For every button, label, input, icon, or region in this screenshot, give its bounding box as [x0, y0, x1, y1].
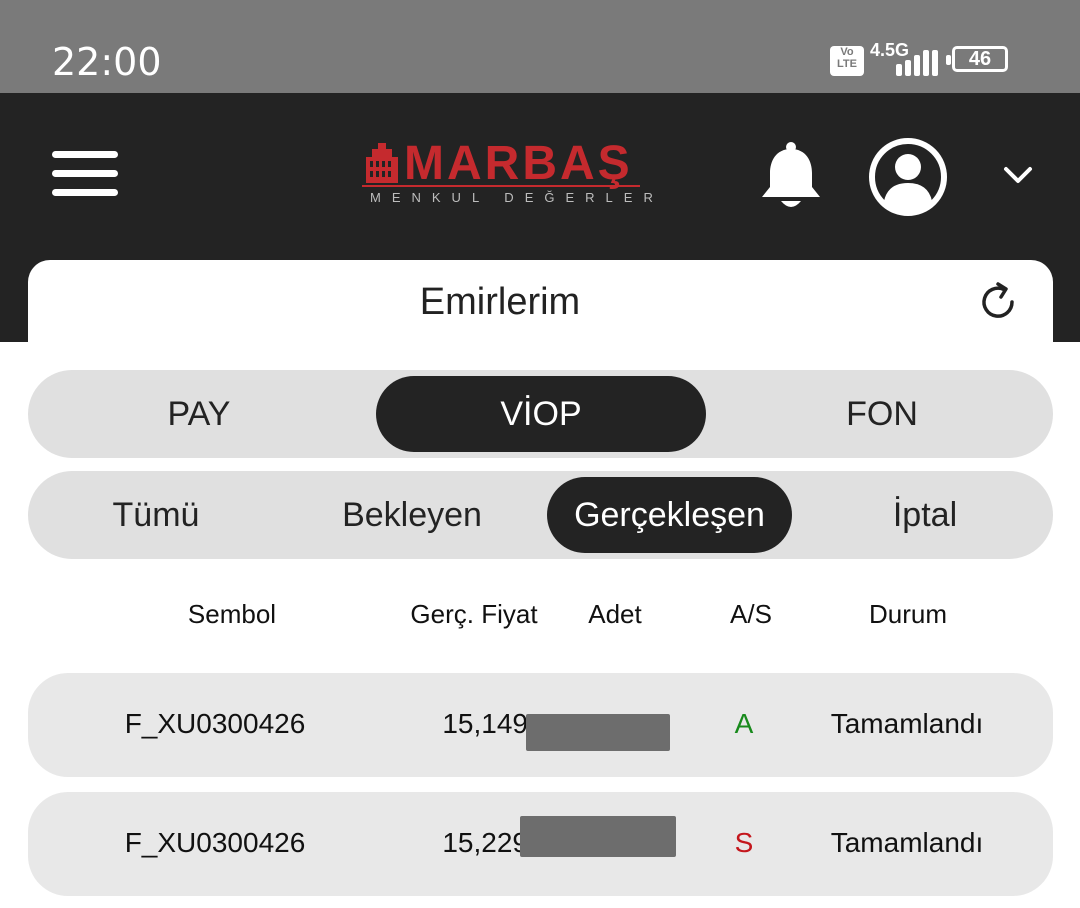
logo-subtitle: MENKUL DEĞERLER	[370, 190, 664, 205]
tab-executed[interactable]: Gerçekleşen	[547, 477, 792, 553]
hamburger-menu-icon[interactable]	[52, 151, 118, 197]
side-cell: S	[734, 827, 754, 858]
battery-icon: 46	[952, 46, 1008, 72]
redacted-quantity	[526, 714, 670, 751]
logo-text: MARBAŞ	[404, 137, 633, 190]
price-cell: 15,229	[442, 827, 528, 858]
price-cell: 15,149	[442, 708, 528, 739]
column-header-quantity: Adet	[588, 599, 642, 629]
table-row[interactable]: F_XU0300426 15,149 A Tamamlandı	[28, 673, 1053, 777]
table-header: Sembol Gerç. Fiyat Adet A/S Durum	[0, 598, 1080, 632]
table-row[interactable]: F_XU0300426 15,229 S Tamamlandı	[28, 792, 1053, 896]
order-status-tabs: Tümü Bekleyen Gerçekleşen İptal	[28, 471, 1053, 559]
building-logo-icon	[366, 143, 398, 183]
signal-icon	[896, 50, 938, 76]
status-cell: Tamamlandı	[830, 708, 984, 739]
redacted-quantity	[520, 816, 676, 857]
page-title-card: Emirlerim	[28, 260, 1053, 342]
status-cell: Tamamlandı	[830, 827, 984, 858]
market-tabs: PAY VİOP FON	[28, 370, 1053, 458]
tab-fon[interactable]: FON	[712, 376, 1052, 452]
column-header-status: Durum	[868, 599, 947, 629]
battery-nub	[946, 55, 951, 65]
marbas-logo: MARBAŞ MENKUL DEĞERLER	[362, 137, 653, 209]
notification-bell-icon[interactable]	[758, 141, 824, 213]
volte-icon: Vo LTE	[830, 46, 864, 76]
tab-all[interactable]: Tümü	[28, 477, 284, 553]
user-profile-icon[interactable]	[868, 137, 948, 217]
page-title: Emirlerim	[419, 281, 581, 323]
tab-pay[interactable]: PAY	[28, 376, 370, 452]
symbol-cell: F_XU0300426	[124, 827, 306, 858]
symbol-cell: F_XU0300426	[124, 708, 306, 739]
column-header-price: Gerç. Fiyat	[410, 599, 538, 629]
refresh-icon[interactable]	[974, 278, 1022, 326]
column-header-symbol: Sembol	[187, 599, 277, 629]
chevron-down-icon[interactable]	[1002, 163, 1034, 187]
side-cell: A	[734, 708, 754, 739]
column-header-side: A/S	[730, 599, 772, 629]
logo-divider	[362, 185, 640, 187]
status-time: 22:00	[52, 40, 162, 84]
tab-pending[interactable]: Bekleyen	[284, 477, 540, 553]
status-bar: 22:00 Vo LTE 4.5G 46	[0, 0, 1080, 93]
tab-cancelled[interactable]: İptal	[798, 477, 1052, 553]
tab-viop[interactable]: VİOP	[376, 376, 706, 452]
